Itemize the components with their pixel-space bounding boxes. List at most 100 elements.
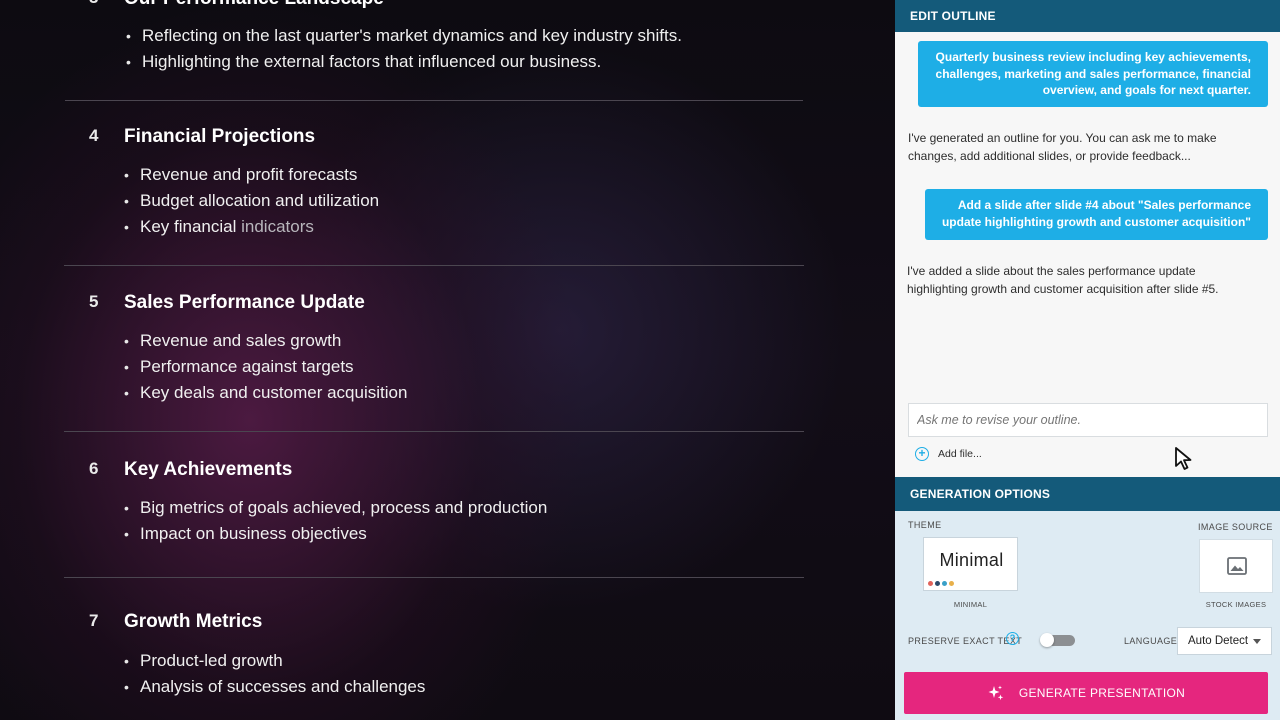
bullet-item[interactable]: • Budget allocation and utilization <box>124 188 379 214</box>
bullet-text: Big metrics of goals achieved, process a… <box>140 498 548 517</box>
language-select[interactable]: Auto Detect <box>1177 627 1272 655</box>
message-line: Add a slide after slide #4 about "Sales … <box>957 198 1251 212</box>
bullet-dot-icon: • <box>124 359 129 375</box>
language-label: LANGUAGE <box>1124 636 1178 646</box>
message-line: update highlighting growth and customer … <box>941 214 1251 229</box>
generation-options-header: GENERATION OPTIONS <box>895 477 1280 511</box>
bullet-list: • Revenue and profit forecasts • Budget al… <box>124 162 379 240</box>
section-number: 3 <box>89 0 98 8</box>
bullet-list: • Reflecting on the last quarter's market… <box>126 23 682 75</box>
section-title[interactable]: Sales Performance Update <box>124 292 365 314</box>
bullet-text: Key deals and customer acquisition <box>140 383 408 402</box>
theme-caption: MINIMAL <box>953 600 988 609</box>
generate-presentation-button[interactable]: GENERATE PRESENTATION <box>904 672 1268 714</box>
bullet-item[interactable]: • Product-led growth <box>124 648 425 674</box>
swatch <box>949 581 954 586</box>
bullet-item[interactable]: • Impact on business objectives <box>124 521 547 547</box>
help-circle-icon[interactable]: ? <box>1006 632 1019 645</box>
chevron-down-icon <box>1253 639 1261 644</box>
section-divider <box>64 431 804 432</box>
bullet-dot-icon: • <box>124 333 129 349</box>
bullet-item[interactable]: • Reflecting on the last quarter's market… <box>126 23 682 49</box>
section-divider <box>64 265 804 266</box>
preserve-text-toggle[interactable] <box>1040 633 1075 647</box>
section-title[interactable]: Key Achievements <box>124 459 292 481</box>
bullet-dot-icon: • <box>124 385 129 401</box>
bullet-item[interactable]: • Revenue and profit forecasts <box>124 162 379 188</box>
message-line: challenges, marketing and sales performa… <box>935 66 1251 81</box>
section-number: 4 <box>89 126 99 145</box>
swatch <box>935 581 940 586</box>
bullet-text: Impact on business objectives <box>140 524 367 543</box>
bullet-text: Reflecting on the last quarter's market … <box>142 26 682 45</box>
bullet-dot-icon: • <box>124 526 129 542</box>
section-divider <box>64 577 804 578</box>
message-line: I've generated an outline for you. You c… <box>908 131 1217 145</box>
add-file-label: Add file... <box>938 448 982 460</box>
bullet-dot-icon: • <box>126 28 131 44</box>
bullet-list: • Revenue and sales growth • Performance a… <box>124 328 407 406</box>
user-message: Add a slide after slide #4 about "Sales … <box>925 189 1268 240</box>
bullet-dot-icon: • <box>124 500 129 516</box>
section-number: 7 <box>89 611 99 630</box>
bullet-item[interactable]: • Analysis of successes and challenges <box>124 674 425 700</box>
generate-label: GENERATE PRESENTATION <box>1018 686 1186 700</box>
section-number: 5 <box>89 292 99 311</box>
bullet-text: Revenue and sales growth <box>140 331 342 350</box>
bullet-dot-icon: • <box>124 167 129 183</box>
image-source-label: IMAGE SOURCE <box>1198 522 1273 532</box>
assistant-message: I've added a slide about the sales perfo… <box>907 262 1219 298</box>
theme-card[interactable]: Minimal <box>923 537 1018 591</box>
add-file-button[interactable]: + Add file... <box>915 447 982 461</box>
mouse-pointer-icon <box>1175 447 1192 470</box>
outline-section[interactable]: 5 Sales Performance Update • Revenue and … <box>64 292 804 422</box>
bullet-dot-icon: • <box>126 54 131 70</box>
swatch <box>928 581 933 586</box>
bullet-item[interactable]: • Highlighting the external factors that … <box>126 49 682 75</box>
theme-label: THEME <box>908 520 942 530</box>
outline-section[interactable]: 3 Our Performance Landscape • Reflecting … <box>64 0 804 78</box>
theme-name: Minimal <box>939 550 1004 570</box>
bullet-dot-icon: • <box>124 193 129 209</box>
bullet-dot-icon: • <box>124 679 129 695</box>
bullet-list: • Product-led growth • Analysis of success… <box>124 648 425 700</box>
chat-input[interactable] <box>908 403 1268 437</box>
bullet-item[interactable]: • Revenue and sales growth <box>124 328 407 354</box>
message-line: I've added a slide about the sales perfo… <box>907 264 1196 278</box>
image-source-caption: STOCK IMAGES <box>1205 600 1267 609</box>
outline-pane: 3 Our Performance Landscape • Reflecting … <box>0 0 895 720</box>
image-source-card[interactable] <box>1199 539 1273 593</box>
bullet-text: Revenue and profit forecasts <box>140 165 358 184</box>
outline-section[interactable]: 4 Financial Projections • Revenue and pro… <box>64 126 804 256</box>
bullet-text: Product-led growth <box>140 651 283 670</box>
bullet-item[interactable]: • Big metrics of goals achieved, process … <box>124 495 547 521</box>
bullet-item[interactable]: • Key financial indicators <box>124 214 379 240</box>
user-message: Quarterly business review including key … <box>918 41 1268 107</box>
message-line: Quarterly business review including key … <box>935 50 1251 64</box>
outline-section[interactable]: 7 Growth Metrics • Product-led growth • An… <box>64 611 804 711</box>
edit-outline-header: EDIT OUTLINE <box>895 0 1280 32</box>
bullet-dot-icon: • <box>124 653 129 669</box>
bullet-text: Analysis of successes and challenges <box>140 677 426 696</box>
message-line: overview, and goals for next quarter. <box>1042 83 1251 97</box>
message-line: changes, add additional slides, or provi… <box>908 149 1191 163</box>
theme-swatches <box>928 581 954 586</box>
section-title[interactable]: Growth Metrics <box>124 611 262 633</box>
bullet-text: Performance against targets <box>140 357 354 376</box>
message-line: highlighting growth and customer acquisi… <box>907 282 1219 296</box>
outline-section[interactable]: 6 Key Achievements • Big metrics of goals… <box>64 459 804 569</box>
bullet-text: Key financial <box>140 217 242 236</box>
section-title[interactable]: Our Performance Landscape <box>124 0 384 10</box>
section-divider <box>65 100 803 101</box>
section-title[interactable]: Financial Projections <box>124 126 315 148</box>
swatch <box>942 581 947 586</box>
assistant-panel: EDIT OUTLINE Quarterly business review i… <box>895 0 1280 720</box>
toggle-knob <box>1040 633 1054 647</box>
bullet-item[interactable]: • Performance against targets <box>124 354 407 380</box>
section-number: 6 <box>89 459 99 478</box>
bullet-item[interactable]: • Key deals and customer acquisition <box>124 380 407 406</box>
image-icon <box>1227 557 1247 575</box>
bullet-text: Budget allocation and utilization <box>140 191 380 210</box>
sparkle-icon <box>988 685 1004 701</box>
assistant-message: I've generated an outline for you. You c… <box>908 129 1217 165</box>
